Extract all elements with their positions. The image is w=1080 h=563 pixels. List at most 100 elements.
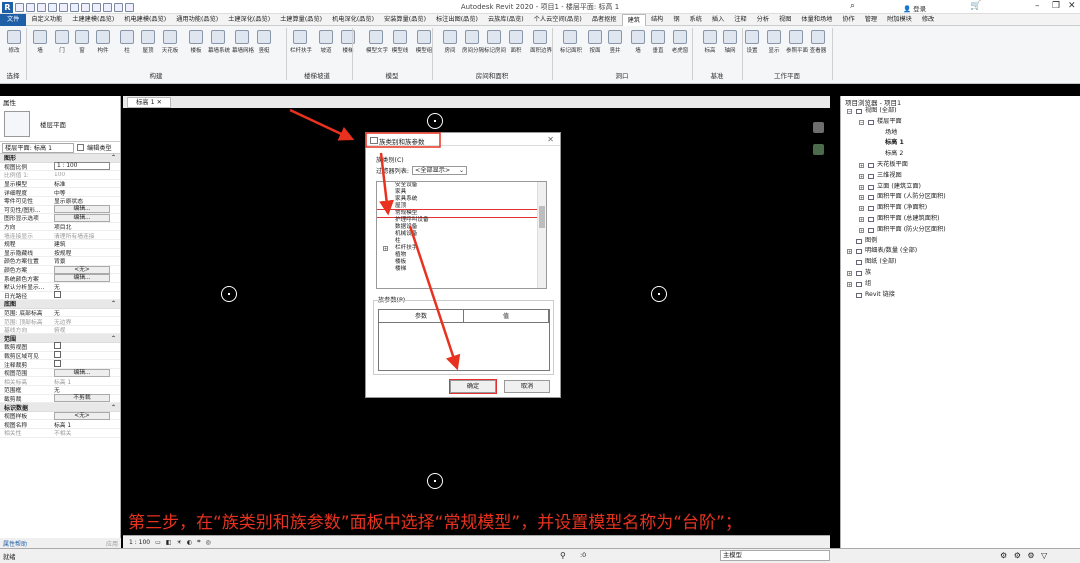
property-checkbox[interactable] (54, 290, 61, 298)
ribbon-button-31[interactable]: 设置 (742, 30, 762, 54)
ribbon-button-19[interactable]: 房间分隔 (462, 30, 484, 54)
ribbon-button-11[interactable]: 竖梃 (254, 30, 274, 54)
ribbon-button-26[interactable]: 墙 (628, 30, 648, 54)
sun-path-icon[interactable]: ☀ (176, 539, 181, 546)
tab-14[interactable]: 钢 (668, 14, 684, 26)
ribbon-button-7[interactable]: 天花板 (160, 30, 180, 54)
edit-type-button[interactable]: 编辑类型 (87, 143, 112, 152)
tab-24[interactable]: 修改 (917, 14, 939, 26)
property-checkbox[interactable] (54, 359, 61, 367)
property-value[interactable]: 显示原状态 (52, 196, 120, 205)
elevation-marker-south[interactable] (427, 473, 443, 489)
type-selector[interactable]: 楼层平面 (0, 106, 120, 142)
property-value[interactable]: 编辑... (52, 274, 120, 283)
ribbon-button-34[interactable]: 查看器 (808, 30, 828, 54)
tab-0[interactable]: 自定义功能 (26, 14, 67, 26)
navigation-wheel-icon[interactable] (813, 144, 824, 155)
tab-9[interactable]: 云族库(品览) (483, 14, 529, 26)
tab-16[interactable]: 插入 (707, 14, 729, 26)
ribbon-button-15[interactable]: 模型文字 (366, 30, 388, 54)
expand-icon[interactable]: + (859, 206, 864, 212)
tab-6[interactable]: 机电深化(品览) (327, 14, 379, 26)
expand-icon[interactable]: + (847, 281, 852, 287)
ribbon-button-14[interactable]: 楼梯 (338, 30, 358, 54)
ribbon-button-9[interactable]: 幕墙系统 (208, 30, 230, 54)
property-button[interactable]: 编辑... (54, 274, 110, 283)
expand-icon[interactable]: + (383, 246, 388, 251)
category-list[interactable]: 安全设备 家具 家具系统 屋顶 常规模型 护理呼叫设备 数据设备 机械设备柱 + 栏杆扶手 植物 楼板… (376, 181, 547, 289)
tab-8[interactable]: 标注出图(品览) (431, 14, 483, 26)
category-item[interactable]: 安全设备 (377, 182, 546, 189)
cancel-button[interactable]: 取消 (504, 380, 550, 393)
tree-item[interactable]: + 组 (841, 279, 1080, 290)
category-item[interactable]: 护理呼叫设备 (377, 217, 546, 224)
worksharing-icon[interactable]: ⚲ (560, 551, 566, 560)
property-value[interactable]: <无> (52, 411, 120, 420)
ribbon-button-16[interactable]: 模型线 (390, 30, 410, 54)
tab-15[interactable]: 系统 (685, 14, 707, 26)
detail-level-icon[interactable]: ▭ (155, 539, 161, 546)
tree-item[interactable]: + 面积平面 (净面积) (841, 203, 1080, 214)
property-value[interactable]: 编辑... (52, 213, 120, 222)
category-item[interactable]: 屋顶 (377, 203, 546, 210)
tree-item[interactable]: + 明细表/数量 (全部) (841, 246, 1080, 257)
property-value[interactable]: <无> (52, 265, 120, 274)
category-item[interactable]: 楼板 (377, 259, 546, 266)
tab-5[interactable]: 土建算量(品览) (275, 14, 327, 26)
category-item[interactable]: 柱 (377, 238, 546, 245)
ribbon-button-2[interactable]: 门 (52, 30, 72, 54)
ribbon-button-8[interactable]: 楼板 (186, 30, 206, 54)
ribbon-button-0[interactable]: 修改 (4, 30, 24, 54)
filter-select[interactable]: <全部显示> ⌄ (412, 166, 468, 175)
ribbon-button-20[interactable]: 标记房间 (484, 30, 506, 54)
tree-item[interactable]: + 面积平面 (防火分区面积) (841, 225, 1080, 236)
apply-button[interactable]: 应用 (106, 539, 118, 548)
category-scrollbar[interactable] (537, 182, 546, 288)
ribbon-button-4[interactable]: 构件 (93, 30, 113, 54)
category-item[interactable]: 植物 (377, 252, 546, 259)
expand-icon[interactable]: + (859, 184, 864, 190)
tab-4[interactable]: 土建深化(品览) (223, 14, 275, 26)
temporary-hide-icon[interactable]: ◎ (205, 539, 210, 546)
ribbon-button-12[interactable]: 栏杆扶手 (290, 30, 312, 54)
tab-12[interactable]: 建筑 (621, 13, 646, 26)
ribbon-button-13[interactable]: 坡道 (316, 30, 336, 54)
expand-icon[interactable]: + (859, 227, 864, 233)
expand-icon[interactable]: + (859, 162, 864, 168)
tree-item[interactable]: + 面积平面 (总建筑面积) (841, 214, 1080, 225)
tree-item[interactable]: + 天花板平面 (841, 160, 1080, 171)
ribbon-button-27[interactable]: 垂直 (648, 30, 668, 54)
view-scale[interactable]: 1 : 100 (129, 539, 150, 546)
property-button[interactable]: <无> (54, 411, 110, 420)
ribbon-button-25[interactable]: 竖井 (605, 30, 625, 54)
ribbon-button-30[interactable]: 轴网 (720, 30, 740, 54)
tree-item[interactable]: 标高 1 (841, 138, 1080, 149)
minimize-button[interactable]: – (1035, 1, 1040, 11)
ribbon-button-21[interactable]: 面积 (506, 30, 526, 54)
ribbon-button-23[interactable]: 标记面积 (560, 30, 582, 54)
tab-18[interactable]: 分析 (752, 14, 774, 26)
tab-11[interactable]: 品者抠抠 (587, 14, 622, 26)
tab-20[interactable]: 体量和场地 (796, 14, 837, 26)
tab-file[interactable]: 文件 (0, 13, 27, 26)
ribbon-button-1[interactable]: 墙 (30, 30, 50, 54)
tab-13[interactable]: 结构 (646, 14, 668, 26)
category-item[interactable]: 家具 (377, 189, 546, 196)
elevation-marker-north[interactable] (427, 113, 443, 129)
expand-icon[interactable]: + (859, 195, 864, 201)
cart-icon[interactable]: 🛒 (970, 1, 981, 11)
properties-help-link[interactable]: 属性帮助 (3, 539, 27, 548)
tree-item[interactable]: 图例 (841, 236, 1080, 247)
expand-icon[interactable]: + (847, 270, 852, 276)
tab-21[interactable]: 协作 (837, 14, 859, 26)
view-tab-level-1[interactable]: 标高 1 ✕ (127, 97, 171, 108)
tab-3[interactable]: 通用功能(品览) (171, 14, 223, 26)
property-button[interactable]: 编辑... (54, 205, 110, 214)
property-value[interactable] (52, 359, 120, 369)
ribbon-button-5[interactable]: 柱 (117, 30, 137, 54)
scrollbar-thumb[interactable] (539, 206, 545, 228)
tree-item[interactable]: Revit 链接 (841, 290, 1080, 301)
ribbon-button-33[interactable]: 参照平面 (786, 30, 808, 54)
tab-2[interactable]: 机电建模(品览) (119, 14, 171, 26)
tree-item[interactable]: 标高 2 (841, 149, 1080, 160)
